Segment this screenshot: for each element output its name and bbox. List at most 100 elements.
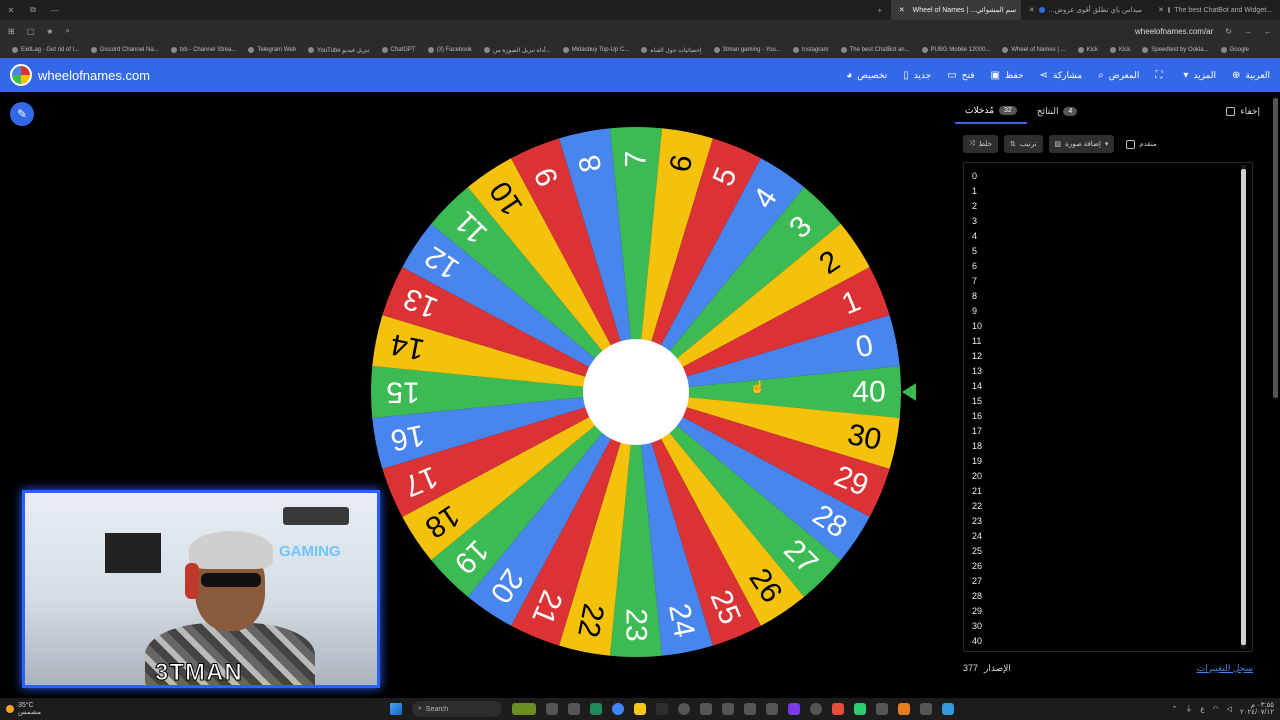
menu-item[interactable]: ▭ فتح [947, 70, 974, 81]
bookmark-item[interactable]: Wheel of Names | ... [1002, 47, 1066, 53]
bookmark-star-icon[interactable]: ★ [46, 27, 53, 36]
folder-icon[interactable] [634, 703, 646, 715]
bookmark-item[interactable]: Speedtest by Ookla... [1142, 47, 1209, 53]
close-window-icon[interactable]: ✕ [0, 6, 22, 15]
bookmark-item[interactable]: Telegram Web [248, 47, 296, 53]
new-tab-icon[interactable]: + [869, 6, 891, 15]
entries-textarea[interactable]: 0 1 2 3 4 5 6 7 8 9 10 11 12 13 14 15 16 17 18 19 20 21 22 23 24… [963, 162, 1253, 652]
discord-icon[interactable] [788, 703, 800, 715]
bookmark-item[interactable]: YouTube تنزيل فيديو [308, 47, 370, 54]
entries-scroll-thumb[interactable] [1241, 169, 1246, 645]
forward-icon[interactable]: → [1244, 27, 1252, 36]
windows-start-icon[interactable] [390, 703, 402, 715]
chrome-icon[interactable] [612, 703, 624, 715]
bookmark-item[interactable]: 3tman gaming - You... [713, 47, 781, 53]
add-image-dropdown[interactable]: ▨ إضافة صورة ▾ [1048, 135, 1115, 153]
bookmark-item[interactable]: Midasbuy Top-Up C... [562, 47, 629, 53]
taskbar-search[interactable]: ⌕ Search [412, 701, 502, 717]
bookmark-item[interactable]: Kick [1077, 47, 1098, 53]
menu-item[interactable]: ⌕ المعرض [1098, 70, 1139, 81]
entries-scrollbar[interactable] [1241, 165, 1246, 649]
bookmark-item[interactable]: Discord Channel Na... [91, 47, 159, 53]
hide-checkbox[interactable] [1226, 106, 1236, 116]
restore-window-icon[interactable]: ⧉ [22, 5, 44, 15]
menu-item[interactable]: ▯ جديد [903, 70, 931, 81]
advanced-toggle[interactable]: متقدم [1126, 139, 1157, 149]
taskbar-app-icon[interactable] [700, 703, 712, 715]
bookmark-item[interactable]: Kick [1109, 47, 1131, 53]
bookmark-label: أداة تنزيل الصورة من... [492, 47, 551, 54]
wheel-center-hub[interactable] [583, 339, 689, 445]
bookmark-item[interactable]: The best ChatBot an... [840, 47, 910, 53]
edit-pencil-button[interactable]: ✎ [10, 102, 34, 126]
taskbar-app-icon[interactable] [722, 703, 734, 715]
close-tab-icon[interactable]: ✕ [1158, 6, 1164, 14]
close-tab-icon[interactable]: ✕ [899, 6, 905, 14]
volume-icon[interactable]: ◁ [1227, 705, 1232, 713]
menu-item-label: العربية [1245, 69, 1270, 80]
bookmark-item[interactable]: أداة تنزيل الصورة من... [483, 47, 551, 54]
shuffle-button[interactable]: ⤨ خلط [963, 135, 998, 153]
tab-search-icon[interactable]: ▢ [27, 27, 35, 36]
taskbar-app-icon[interactable] [546, 703, 558, 715]
back-icon[interactable]: ← [1264, 27, 1272, 36]
bookmark-item[interactable]: (3) Facebook [427, 47, 472, 53]
bookmark-item[interactable]: ExitLag - Get rid of l... [12, 47, 79, 53]
taskbar-app-icon[interactable] [876, 703, 888, 715]
page-scrollbar[interactable] [1273, 98, 1278, 398]
reload-icon[interactable]: ↻ [1225, 27, 1232, 36]
zoom-icon[interactable]: ⌕ [65, 26, 69, 36]
bookmark-item[interactable]: txb - Channel Strea... [170, 47, 236, 53]
bookmark-item[interactable]: Google [1220, 47, 1249, 53]
panel-tab[interactable]: النتائج 4 [1027, 98, 1088, 124]
taskbar-app-icon[interactable] [590, 703, 602, 715]
taskbar-app-icon[interactable] [854, 703, 866, 715]
chevron-up-icon[interactable]: ⌃ [1171, 705, 1177, 713]
vlc-icon[interactable] [898, 703, 910, 715]
bookmark-item[interactable]: ChatGPT [381, 47, 416, 53]
bookmark-label: Kick [1118, 47, 1131, 53]
menu-item[interactable]: ▣ حفظ [991, 70, 1024, 81]
hide-panel-toggle[interactable]: إخفاء [1226, 106, 1270, 117]
wifi-icon[interactable]: ◠ [1213, 705, 1219, 713]
sort-button[interactable]: ⇅ ترتيب [1003, 135, 1043, 153]
taskbar-app-icon[interactable] [920, 703, 932, 715]
menu-item[interactable]: ▾ المزيد [1183, 70, 1216, 81]
weather-widget[interactable]: 35°C مشمس [6, 702, 41, 716]
browser-tab[interactable]: ✕ The best ChatBot and Widget... [1150, 0, 1280, 20]
panel-tab[interactable]: مُدخلات 32 [955, 98, 1027, 124]
bookmark-item[interactable]: PUBG Mobile 12000... [921, 47, 990, 53]
taskbar-app-icon[interactable] [568, 703, 580, 715]
taskbar-app-icon[interactable] [766, 703, 778, 715]
language-icon[interactable]: ع [1200, 705, 1204, 713]
panel-footer: 377 الإصدار سجل التغييرات [963, 660, 1253, 676]
mic-icon[interactable]: ⏚ [1185, 704, 1192, 714]
menu-item[interactable]: ⋖ مشاركة [1040, 70, 1082, 81]
taskbar-app-icon[interactable] [678, 703, 690, 715]
menu-item[interactable]: ◕ تخصيص [846, 70, 887, 81]
menu-item[interactable]: ⛶ [1155, 70, 1167, 81]
taskbar-app-icon[interactable] [832, 703, 844, 715]
spin-wheel[interactable]: 4030292827262524232221201918171615141312… [356, 112, 916, 672]
minimize-window-icon[interactable]: — [44, 6, 66, 15]
bookmark-item[interactable]: Instagram [792, 47, 829, 53]
bookmark-label: The best ChatBot an... [849, 47, 910, 53]
advanced-checkbox[interactable] [1126, 139, 1136, 149]
browser-tab[interactable]: ✕ Wheel of Names | ...سم المشوائي [890, 0, 1021, 20]
webcam-background-tv [105, 533, 161, 573]
taskbar-app-icon[interactable] [656, 703, 668, 715]
changelog-link[interactable]: سجل التغييرات [1197, 663, 1253, 674]
taskbar-app-icon[interactable] [810, 703, 822, 715]
taskbar-app-icon[interactable] [744, 703, 756, 715]
site-logo-link[interactable]: wheelofnames.com [10, 64, 150, 86]
clock[interactable]: ٠٣:٥٥ م ٢٠٢٤/٠٧/١٢ [1240, 702, 1274, 716]
bookmark-item[interactable]: إحصائيات حول القناة [641, 47, 702, 54]
taskbar-widget-icon[interactable] [512, 703, 536, 715]
bookmark-favicon-icon [921, 47, 928, 53]
extensions-icon[interactable]: ⊞ [8, 27, 15, 36]
close-tab-icon[interactable]: ✕ [1029, 6, 1035, 14]
browser-tab[interactable]: ✕ ...ميداس باي تطلق أقوى عروض [1021, 0, 1150, 20]
menu-item[interactable]: ⊕ العربية [1232, 70, 1270, 81]
url-text[interactable]: wheelofnames.com/ar [1135, 27, 1213, 36]
taskbar-app-icon[interactable] [942, 703, 954, 715]
